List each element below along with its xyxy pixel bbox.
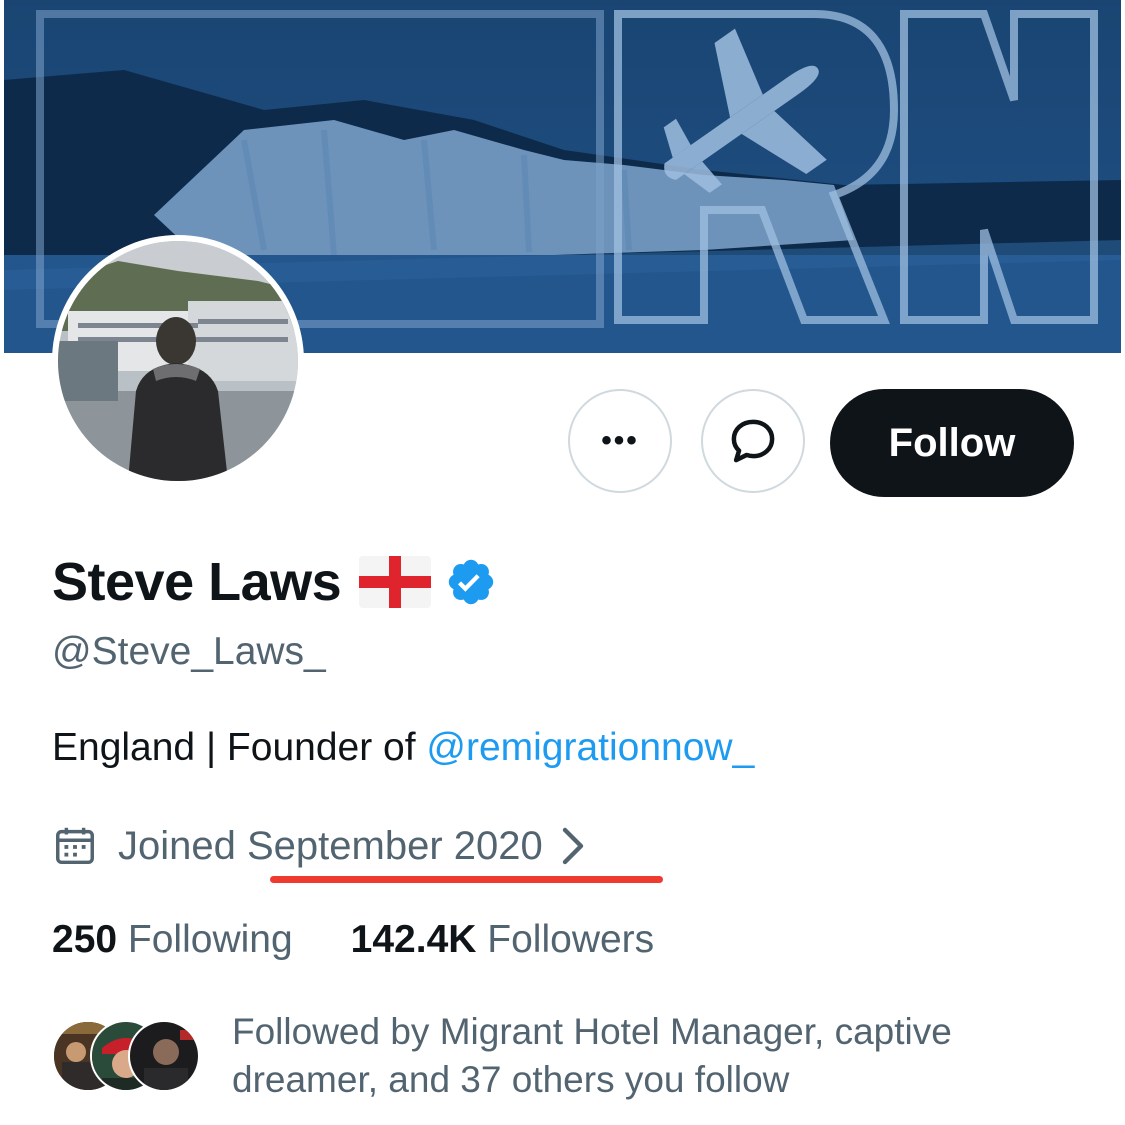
following-label: Following <box>127 918 293 961</box>
profile-avatar[interactable] <box>52 235 304 487</box>
followed-by-avatars[interactable] <box>52 1020 202 1092</box>
profile-handle: @Steve_Laws_ <box>52 630 326 673</box>
followed-by-text[interactable]: Followed by Migrant Hotel Manager, capti… <box>232 1008 1092 1104</box>
joined-date-text: Joined September 2020 <box>118 823 543 868</box>
calendar-icon <box>56 827 94 865</box>
more-icon: ••• <box>601 424 639 457</box>
avatar-photo <box>58 241 298 481</box>
profile-name-row: Steve Laws <box>52 548 497 616</box>
england-flag-icon <box>359 556 432 608</box>
chevron-right-icon <box>562 827 583 865</box>
verified-badge-icon[interactable] <box>445 556 497 608</box>
followers-count: 142.4K <box>350 918 477 961</box>
bio-mention-link[interactable]: @remigrationnow_ <box>426 726 754 769</box>
joined-date-row[interactable]: Joined September 2020 <box>52 818 587 874</box>
message-button[interactable] <box>701 389 805 493</box>
follower-avatar <box>128 1020 200 1092</box>
followers-stat[interactable]: 142.4K Followers <box>351 918 654 961</box>
follow-button[interactable]: Follow <box>830 389 1074 497</box>
more-options-button[interactable]: ••• <box>568 389 672 493</box>
annotation-underline <box>270 876 663 883</box>
following-count: 250 <box>52 918 118 961</box>
following-stat[interactable]: 250 Following <box>52 918 293 961</box>
message-icon <box>731 419 775 463</box>
profile-stats: 250 Following 142.4K Followers <box>52 918 654 962</box>
display-name: Steve Laws <box>52 552 342 612</box>
bio-text: England | Founder of <box>52 726 427 769</box>
profile-bio: England | Founder of @remigrationnow_ <box>52 726 754 770</box>
followers-label: Followers <box>487 918 655 961</box>
